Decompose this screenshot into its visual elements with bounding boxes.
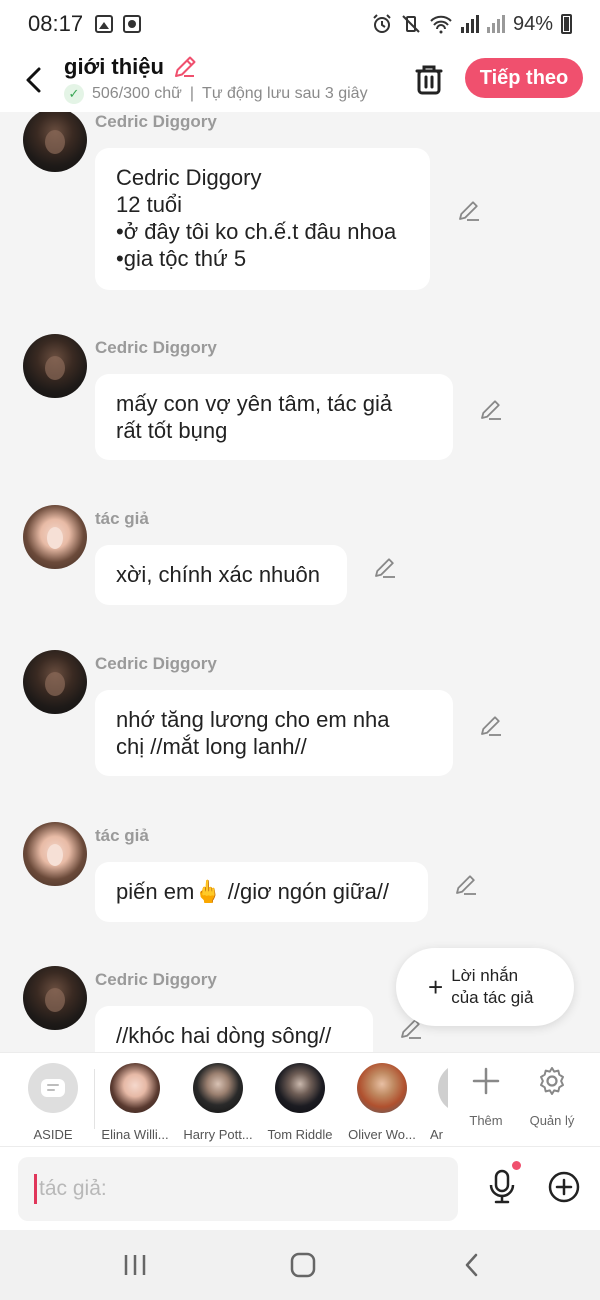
recents-button[interactable] (115, 1250, 155, 1280)
message-bubble[interactable]: piến em🖕 //giơ ngón giữa// (95, 862, 428, 922)
gallery-notification-icon (95, 15, 114, 33)
character-tom[interactable]: Tom Riddle (260, 1063, 340, 1142)
home-icon (290, 1252, 316, 1278)
avatar[interactable] (23, 822, 87, 886)
status-right-cluster: 94% (371, 13, 572, 36)
edit-message-pencil-icon[interactable] (478, 713, 504, 739)
message-sender: tác giả (95, 826, 149, 845)
system-nav-bar (0, 1230, 600, 1300)
author-note-line2: của tác giả (451, 988, 534, 1007)
separator: | (189, 85, 195, 102)
avatar[interactable] (23, 334, 87, 398)
message-input[interactable]: tác giả: (18, 1157, 458, 1221)
message-sender: tác giả (95, 509, 149, 528)
home-button[interactable] (283, 1250, 323, 1280)
edit-message-pencil-icon[interactable] (453, 872, 479, 898)
author-note-line1: Lời nhắn (451, 966, 519, 985)
microphone-icon (489, 1169, 515, 1204)
recents-icon (124, 1255, 146, 1275)
manage-label: Quản lý (529, 1113, 575, 1128)
message-bubble[interactable]: Cedric Diggory 12 tuổi •ở đây tôi ko ch.… (95, 148, 430, 290)
character-name: Oliver Wo... (348, 1127, 416, 1142)
avatar[interactable] (23, 966, 87, 1030)
edit-message-pencil-icon[interactable] (478, 397, 504, 423)
author-note-label: Lời nhắn của tác giả (451, 965, 533, 1009)
trash-icon (415, 65, 443, 95)
message-bubble[interactable]: xời, chính xác nhuôn (95, 545, 347, 605)
notification-dot (512, 1161, 521, 1170)
author-note-button[interactable]: + Lời nhắn của tác giả (396, 948, 574, 1026)
battery-icon (561, 14, 572, 34)
character-aside[interactable]: ASIDE (13, 1063, 93, 1142)
chat-bubble-icon (41, 1079, 65, 1097)
add-character-label: Thêm (469, 1113, 503, 1128)
aside-avatar (28, 1063, 78, 1113)
attach-button[interactable] (546, 1169, 582, 1205)
alarm-icon (373, 14, 391, 33)
next-button[interactable]: Tiếp theo (465, 58, 583, 98)
gear-icon (522, 1063, 582, 1099)
vibrate-mute-icon (402, 15, 420, 33)
system-back-button[interactable] (451, 1250, 491, 1280)
add-character-button[interactable]: Thêm (456, 1063, 516, 1128)
input-placeholder: tác giả: (39, 1177, 107, 1200)
input-bar: tác giả: (0, 1146, 600, 1230)
signal-icon (460, 15, 479, 33)
plus-circle-icon (548, 1171, 580, 1203)
status-bar: 08:17 94% (0, 0, 600, 48)
character-name: ASIDE (33, 1127, 73, 1142)
message-list[interactable]: Cedric Diggory Cedric Diggory 12 tuổi •ở… (0, 112, 600, 1052)
character-elina[interactable]: Elina Willi... (95, 1063, 175, 1142)
character-name: Ar (430, 1127, 443, 1142)
back-button[interactable] (18, 64, 48, 96)
signal-2-icon (486, 15, 505, 33)
message-bubble[interactable]: //khóc hai dòng sông// (95, 1006, 373, 1052)
character-bar: ASIDE Elina Willi... Harry Pott... Tom R… (0, 1052, 600, 1146)
edit-message-pencil-icon[interactable] (372, 555, 398, 581)
character-ar[interactable]: Ar (424, 1063, 448, 1142)
character-harry[interactable]: Harry Pott... (177, 1063, 259, 1142)
character-name: Elina Willi... (101, 1127, 169, 1142)
edit-title-pencil-icon[interactable] (172, 54, 198, 80)
delete-button[interactable] (412, 62, 446, 98)
character-oliver[interactable]: Oliver Wo... (342, 1063, 422, 1142)
plus-icon: + (428, 972, 444, 1002)
message-sender: Cedric Diggory (95, 338, 217, 357)
chevron-left-icon (26, 67, 41, 93)
plus-icon (456, 1063, 516, 1099)
word-count: 506/300 chữ (92, 85, 182, 102)
text-caret (34, 1174, 37, 1204)
check-icon: ✓ (64, 84, 84, 104)
status-notification-icons (95, 15, 142, 33)
title-group: giới thiệu ✓ 506/300 chữ | Tự động lưu s… (64, 54, 368, 104)
avatar[interactable] (23, 505, 87, 569)
back-chevron-icon (465, 1253, 478, 1277)
character-avatar (110, 1063, 160, 1113)
avatar[interactable] (23, 650, 87, 714)
page-title[interactable]: giới thiệu (64, 54, 164, 80)
character-avatar (193, 1063, 243, 1113)
battery-percent: 94% (512, 12, 553, 35)
edit-message-pencil-icon[interactable] (456, 198, 482, 224)
message-bubble[interactable]: mấy con vợ yên tâm, tác giả rất tốt bụng (95, 374, 453, 460)
message-bubble[interactable]: nhớ tăng lương cho em nha chị //mắt long… (95, 690, 453, 776)
character-name: Harry Pott... (183, 1127, 253, 1142)
character-avatar (357, 1063, 407, 1113)
autosave-text: Tự động lưu sau 3 giây (202, 85, 368, 102)
message-sender: Cedric Diggory (95, 112, 217, 131)
avatar[interactable] (23, 112, 87, 172)
message-sender: Cedric Diggory (95, 970, 217, 989)
header: giới thiệu ✓ 506/300 chữ | Tự động lưu s… (0, 48, 600, 112)
character-avatar (275, 1063, 325, 1113)
character-avatar (438, 1063, 448, 1113)
status-time: 08:17 (28, 11, 84, 36)
save-status: ✓ 506/300 chữ | Tự động lưu sau 3 giây (64, 84, 368, 104)
wifi-icon (430, 15, 452, 34)
voice-input-button[interactable] (484, 1167, 520, 1207)
app-notification-icon (123, 15, 142, 33)
message-sender: Cedric Diggory (95, 654, 217, 673)
manage-characters-button[interactable]: Quản lý (522, 1063, 582, 1128)
character-name: Tom Riddle (267, 1127, 333, 1142)
